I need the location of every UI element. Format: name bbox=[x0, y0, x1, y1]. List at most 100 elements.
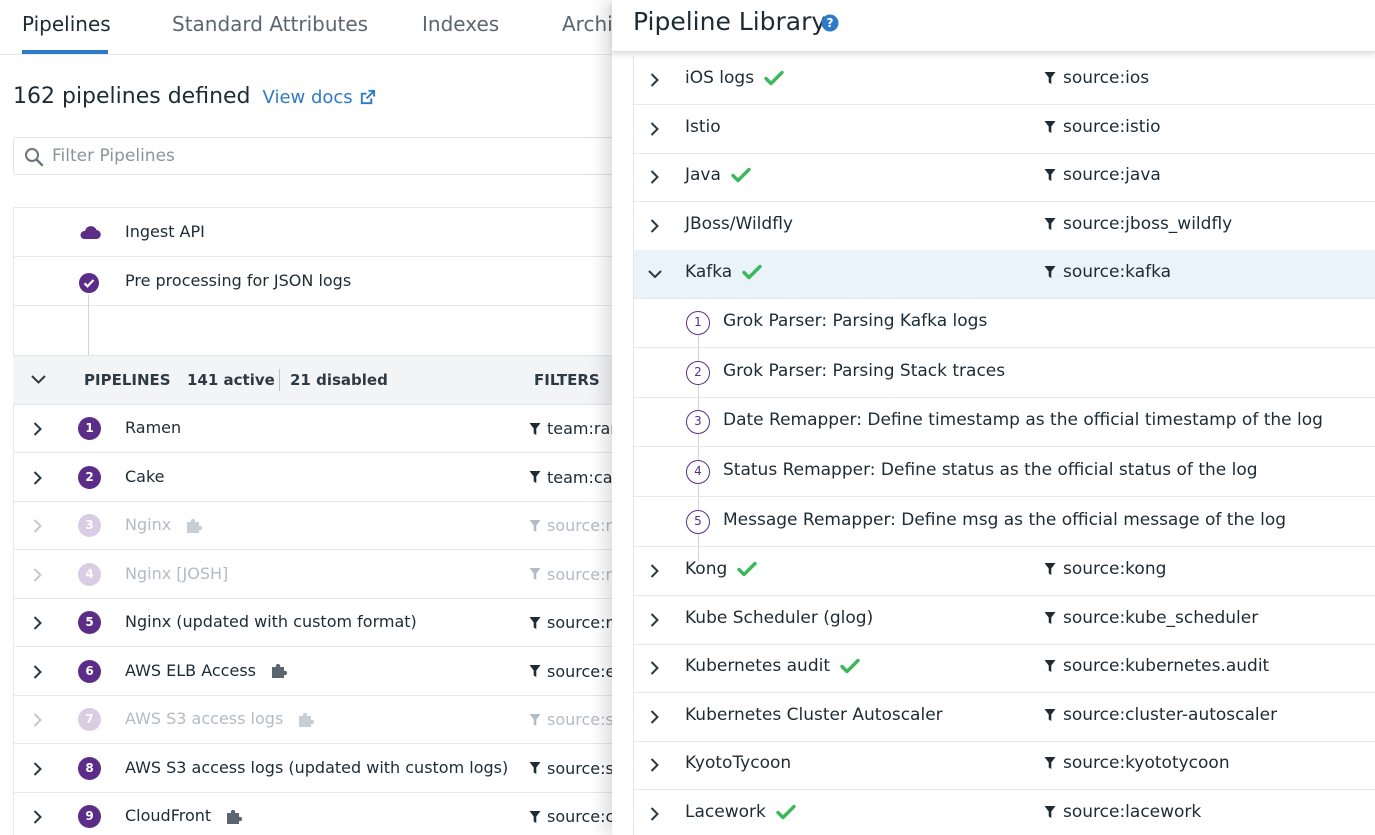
pipeline-name[interactable]: Nginx bbox=[125, 515, 206, 534]
pipeline-order-number: 7 bbox=[78, 708, 101, 731]
chevron-right-icon[interactable] bbox=[32, 421, 43, 437]
library-item-filter-query: source:jboss_wildfly bbox=[1063, 213, 1233, 234]
pipeline-name-label: Cake bbox=[125, 466, 165, 486]
library-item[interactable]: iOS logs source:ios bbox=[634, 56, 1375, 105]
library-item[interactable]: Kubernetes Cluster Autoscaler source:clus… bbox=[634, 693, 1375, 742]
chevron-right-icon[interactable] bbox=[649, 563, 660, 579]
library-item[interactable]: Kong source:kong bbox=[634, 547, 1375, 596]
library-item-label: Java bbox=[685, 165, 721, 185]
chevron-right-icon[interactable] bbox=[32, 761, 43, 777]
library-item-filter-query: source:istio bbox=[1063, 116, 1161, 137]
chevron-right-icon[interactable] bbox=[649, 121, 660, 137]
tab-pipelines[interactable]: Pipelines bbox=[22, 12, 111, 36]
library-item[interactable]: Lacework source:lacework bbox=[634, 790, 1375, 835]
pipeline-name[interactable]: Cake bbox=[125, 467, 165, 486]
preprocessing-row-json[interactable]: Pre processing for JSON logs bbox=[14, 256, 615, 305]
filters-column-header: FILTERS bbox=[534, 371, 600, 389]
pipeline-row[interactable]: 6 AWS ELB Access source:e bbox=[13, 647, 615, 696]
tab-standard-attributes[interactable]: Standard Attributes bbox=[172, 12, 368, 36]
chevron-right-icon[interactable] bbox=[649, 660, 660, 676]
processor-row: 3 Date Remapper: Define timestamp as the … bbox=[634, 397, 1375, 448]
pipeline-filter: source:cl bbox=[529, 807, 615, 826]
pipeline-name[interactable]: AWS ELB Access bbox=[125, 661, 291, 680]
panel-title: Pipeline Library bbox=[633, 7, 827, 36]
processor-step-number: 3 bbox=[686, 410, 710, 435]
tab-indexes[interactable]: Indexes bbox=[422, 12, 499, 36]
library-item-filter: source:kubernetes.audit bbox=[1044, 656, 1269, 676]
pipeline-row[interactable]: 5 Nginx (updated with custom format) sourc… bbox=[13, 599, 615, 647]
library-item-filter: source:kafka bbox=[1044, 262, 1171, 282]
pipeline-filter-query: source:n bbox=[547, 613, 615, 632]
library-item-label: Kubernetes audit bbox=[685, 656, 831, 676]
chevron-right-icon[interactable] bbox=[32, 567, 43, 583]
pipeline-name[interactable]: Nginx (updated with custom format) bbox=[125, 612, 417, 631]
processor-row: 2 Grok Parser: Parsing Stack traces bbox=[634, 348, 1375, 398]
processor-label: Grok Parser: Parsing Stack traces bbox=[723, 360, 1006, 381]
chevron-right-icon[interactable] bbox=[649, 612, 660, 628]
chevron-right-icon[interactable] bbox=[32, 518, 43, 534]
installed-check-icon bbox=[764, 70, 784, 86]
chevron-right-icon[interactable] bbox=[32, 809, 43, 825]
preprocessing-label: Ingest API bbox=[125, 222, 205, 241]
library-item-filter: source:jboss_wildfly bbox=[1044, 214, 1232, 234]
installed-check-icon bbox=[742, 264, 762, 280]
pipeline-filter-query: source:n bbox=[547, 516, 615, 535]
chevron-right-icon[interactable] bbox=[32, 615, 43, 631]
preprocessing-label: Pre processing for JSON logs bbox=[125, 271, 352, 290]
library-item[interactable]: Kubernetes audit source:kubernetes.audit bbox=[634, 644, 1375, 693]
library-item-filter: source:kong bbox=[1044, 559, 1166, 579]
library-item[interactable]: Kafka source:kafka bbox=[634, 250, 1375, 299]
pipeline-row[interactable]: 7 AWS S3 access logs source:s bbox=[13, 696, 615, 744]
connector-line bbox=[88, 295, 89, 355]
library-item-filter-query: source:java bbox=[1063, 165, 1161, 185]
pipeline-filter: source:n bbox=[529, 516, 615, 535]
pipeline-row[interactable]: 4 Nginx [JOSH] source:n bbox=[13, 550, 615, 599]
chevron-right-icon[interactable] bbox=[649, 169, 660, 185]
chevron-right-icon[interactable] bbox=[649, 757, 660, 773]
pipeline-name[interactable]: AWS S3 access logs (updated with custom … bbox=[125, 758, 508, 777]
chevron-right-icon[interactable] bbox=[32, 664, 43, 680]
library-item[interactable]: KyotoTycoon source:kyototycoon bbox=[634, 741, 1375, 790]
chevron-right-icon[interactable] bbox=[32, 712, 43, 728]
pipeline-filter: source:s bbox=[529, 759, 614, 778]
pipeline-order-number: 2 bbox=[78, 465, 101, 489]
library-item-label: Kong bbox=[685, 559, 728, 579]
cloud-icon bbox=[80, 226, 101, 240]
pipeline-name[interactable]: Nginx [JOSH] bbox=[125, 564, 228, 583]
pipeline-filter-query: source:cl bbox=[547, 807, 615, 826]
chevron-right-icon[interactable] bbox=[649, 72, 660, 88]
library-item-label: iOS logs bbox=[685, 68, 755, 88]
processor-label: Message Remapper: Define msg as the offi… bbox=[723, 509, 1287, 530]
chevron-right-icon[interactable] bbox=[649, 709, 660, 725]
chevron-right-icon[interactable] bbox=[32, 470, 43, 486]
preprocessing-section: Ingest API Pre processing for JSON logs bbox=[13, 207, 615, 355]
pipeline-row[interactable]: 3 Nginx source:n bbox=[13, 502, 615, 550]
library-item-filter: source:cluster-autoscaler bbox=[1044, 705, 1277, 725]
library-item[interactable]: Kube Scheduler (glog) source:kube_schedul… bbox=[634, 596, 1375, 645]
pipeline-row[interactable]: 8 AWS S3 access logs (updated with custom… bbox=[13, 744, 615, 793]
pipeline-name[interactable]: AWS S3 access logs bbox=[125, 709, 318, 728]
processor-label: Date Remapper: Define timestamp as the o… bbox=[723, 410, 1323, 431]
help-icon[interactable]: ? bbox=[821, 14, 839, 32]
view-docs-link[interactable]: View docs bbox=[263, 87, 377, 108]
library-item-filter-query: source:cluster-autoscaler bbox=[1063, 704, 1278, 725]
pipeline-row[interactable]: 9 CloudFront source:cl bbox=[13, 793, 615, 835]
library-item[interactable]: JBoss/Wildfly source:jboss_wildfly bbox=[634, 202, 1375, 251]
filter-icon bbox=[1044, 217, 1056, 230]
pipeline-name[interactable]: CloudFront bbox=[125, 806, 246, 825]
preprocessing-row-ingest-api[interactable]: Ingest API bbox=[14, 207, 615, 256]
library-item[interactable]: Istio source:istio bbox=[634, 105, 1375, 154]
pipeline-name[interactable]: Ramen bbox=[125, 418, 181, 437]
chevron-down-icon[interactable] bbox=[30, 373, 47, 385]
chevron-right-icon[interactable] bbox=[649, 218, 660, 234]
chevron-down-icon[interactable] bbox=[647, 269, 663, 280]
library-item-filter: source:java bbox=[1044, 165, 1161, 185]
chevron-right-icon[interactable] bbox=[649, 806, 660, 822]
library-item[interactable]: Java source:java bbox=[634, 153, 1375, 202]
pipeline-row[interactable]: 1 Ramen team:ran bbox=[13, 405, 615, 453]
pipeline-row[interactable]: 2 Cake team:cak bbox=[13, 453, 615, 502]
pipeline-order-number: 3 bbox=[78, 514, 101, 537]
tab-archives[interactable]: Archi bbox=[562, 12, 613, 36]
filter-pipelines-input[interactable] bbox=[52, 143, 612, 169]
filter-pipelines-box bbox=[13, 137, 615, 175]
